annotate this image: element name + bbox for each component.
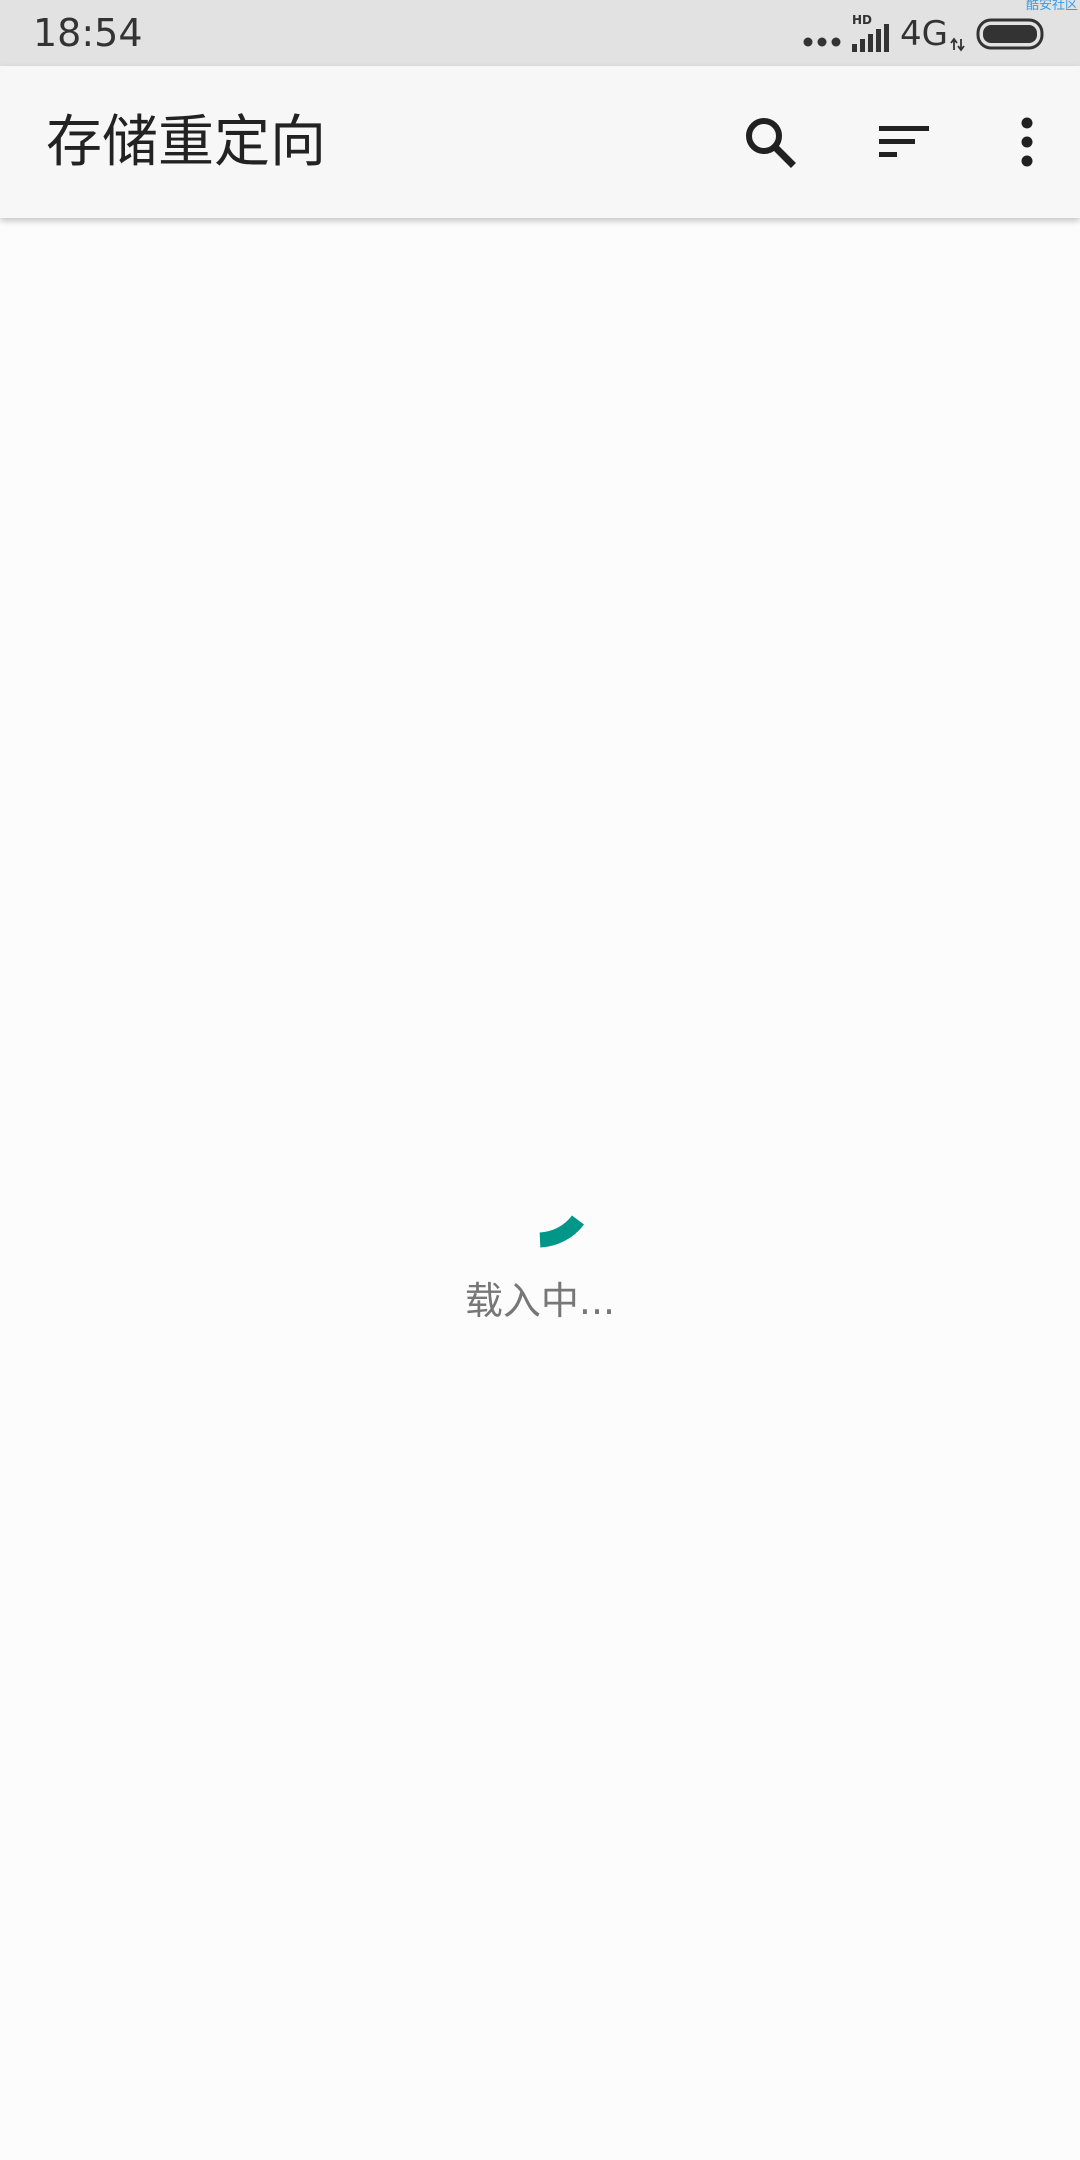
status-time: 18:54 [33, 11, 143, 55]
search-button[interactable] [734, 106, 806, 178]
more-vert-icon [1021, 117, 1033, 167]
content-area [0, 218, 1080, 2160]
signal-strength-icon: HD [852, 13, 890, 52]
signal-badge: HD [852, 13, 872, 27]
app-screen: 18:54 酷安社区 HD 4G 存储重定向 载入中... [0, 0, 1080, 2160]
status-bar: 18:54 酷安社区 HD 4G [0, 0, 1080, 66]
app-toolbar: 存储重定向 [0, 66, 1080, 218]
more-options-button[interactable] [983, 106, 1055, 178]
status-icons: HD 4G [802, 12, 1046, 56]
search-icon [746, 118, 796, 168]
sort-button[interactable] [867, 106, 939, 178]
data-arrows-icon [950, 37, 965, 52]
loading-text: 载入中... [464, 1279, 616, 1323]
more-dots-icon [803, 37, 841, 47]
sort-icon [879, 126, 929, 157]
battery-icon [976, 18, 1044, 50]
network-type: 4G [900, 14, 948, 54]
page-title: 存储重定向 [46, 110, 326, 175]
